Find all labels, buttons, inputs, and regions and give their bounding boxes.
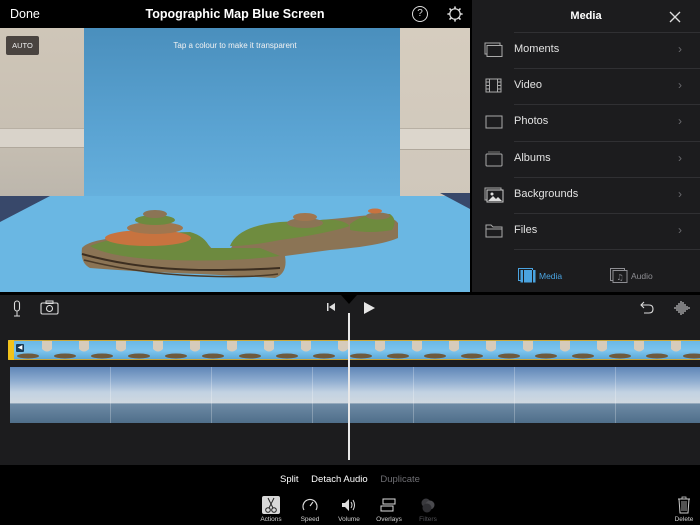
overlay-clip-trim-handle[interactable] — [8, 340, 14, 360]
chevron-right-icon: › — [678, 186, 682, 201]
overlay-frame — [54, 341, 89, 359]
media-tab-bar: Media ♫ Audio — [472, 266, 700, 288]
film-icon — [485, 78, 502, 93]
landscape-icon — [484, 187, 504, 203]
help-icon[interactable]: ? — [412, 6, 428, 22]
tool-filters[interactable]: Filters — [408, 496, 448, 523]
overlay-clip-thumbnails — [17, 341, 700, 359]
overlay-frame — [609, 341, 644, 359]
chevron-right-icon: › — [678, 42, 682, 56]
gear-icon[interactable] — [447, 6, 463, 22]
film-icon — [518, 268, 536, 283]
background-clip[interactable] — [10, 367, 700, 423]
media-panel-title: Media — [570, 10, 602, 22]
inspector-tools: Actions Speed Volume Overlays Filters De… — [0, 496, 700, 525]
topographic-model — [81, 208, 399, 278]
top-bar: Done Topographic Map Blue Screen ? — [0, 0, 470, 28]
media-item-files[interactable]: Files › — [472, 212, 700, 249]
playhead-marker[interactable] — [341, 295, 357, 304]
media-browser-panel: Media Moments › Video › Photos › Albums … — [472, 0, 700, 292]
moments-icon — [484, 42, 503, 57]
timeline[interactable]: ◀ — [0, 295, 700, 465]
media-item-moments[interactable]: Moments › — [472, 32, 700, 68]
clip-thumbnail — [414, 367, 515, 423]
svg-text:♫: ♫ — [616, 273, 623, 282]
media-item-photos[interactable]: Photos › — [472, 104, 700, 140]
overlay-frame — [572, 341, 607, 359]
video-viewer[interactable]: AUTO Tap a colour to make it transparent — [0, 28, 470, 292]
clip-actions: Split Detach Audio Duplicate — [0, 474, 700, 485]
speaker-icon — [342, 499, 355, 511]
overlay-frame — [276, 341, 311, 359]
clip-thumbnail — [111, 367, 212, 423]
chroma-hint: Tap a colour to make it transparent — [173, 41, 297, 50]
music-note-icon: ♫ — [610, 268, 628, 283]
chevron-right-icon: › — [678, 222, 682, 237]
overlay-frame — [128, 341, 163, 359]
action-bar: Split Detach Audio Duplicate Actions Spe… — [0, 465, 700, 525]
split-button[interactable]: Split — [280, 474, 298, 485]
tool-overlays[interactable]: Overlays — [369, 496, 409, 523]
overlay-frame — [350, 341, 385, 359]
duplicate-button[interactable]: Duplicate — [380, 474, 420, 485]
chevron-right-icon: › — [678, 114, 682, 129]
overlay-frame — [202, 341, 237, 359]
speaker-icon: ◀ — [16, 344, 24, 352]
tool-volume[interactable]: Volume — [329, 496, 369, 523]
playhead[interactable] — [348, 313, 350, 460]
chevron-right-icon: › — [678, 150, 682, 165]
folder-icon — [485, 224, 503, 238]
filters-icon — [421, 498, 435, 513]
speedometer-icon — [302, 498, 318, 511]
overlay-frame — [313, 341, 348, 359]
tab-audio[interactable]: ♫ Audio — [610, 268, 653, 283]
media-item-video[interactable]: Video › — [472, 68, 700, 104]
tab-media[interactable]: Media — [518, 268, 562, 283]
clip-thumbnail — [313, 367, 414, 423]
skip-to-start-icon[interactable] — [326, 302, 336, 312]
camera-icon[interactable] — [40, 300, 59, 315]
clip-thumbnail — [10, 367, 111, 423]
play-icon[interactable] — [363, 301, 376, 315]
overlay-frame — [498, 341, 533, 359]
overlay-frame — [646, 341, 681, 359]
overlay-clip[interactable] — [8, 340, 700, 360]
media-item-albums[interactable]: Albums › — [472, 140, 700, 177]
microphone-icon[interactable] — [11, 300, 23, 317]
wall-right — [400, 28, 470, 198]
project-title: Topographic Map Blue Screen — [145, 7, 325, 21]
overlay-frame — [424, 341, 459, 359]
photo-frame-icon — [485, 115, 503, 129]
imovie-editor: Done Topographic Map Blue Screen ? AUTO … — [0, 0, 700, 525]
overlay-frame — [387, 341, 422, 359]
media-category-list: Moments › Video › Photos › Albums › Back… — [472, 32, 700, 250]
detach-audio-button[interactable]: Detach Audio — [311, 474, 368, 485]
undo-icon[interactable] — [640, 301, 654, 314]
tool-speed[interactable]: Speed — [290, 496, 330, 523]
media-item-backgrounds[interactable]: Backgrounds › — [472, 176, 700, 213]
albums-icon — [485, 151, 503, 167]
delete-button[interactable]: Delete — [664, 496, 700, 523]
timeline-toolbar — [0, 295, 700, 323]
scissors-icon — [262, 496, 280, 514]
overlay-frame — [239, 341, 274, 359]
clip-thumbnail — [212, 367, 313, 423]
overlay-frame — [683, 353, 700, 359]
overlay-frame — [461, 341, 496, 359]
overlay-frame — [535, 341, 570, 359]
overlay-frame — [91, 341, 126, 359]
audio-waveform-icon[interactable] — [674, 300, 690, 316]
clip-thumbnail — [515, 367, 616, 423]
tool-actions[interactable]: Actions — [251, 496, 291, 523]
chevron-right-icon: › — [678, 78, 682, 93]
clip-thumbnail — [616, 367, 700, 423]
trash-icon — [678, 496, 690, 514]
overlay-frame — [165, 341, 200, 359]
overlays-icon — [380, 498, 396, 512]
close-icon[interactable] — [668, 10, 682, 24]
